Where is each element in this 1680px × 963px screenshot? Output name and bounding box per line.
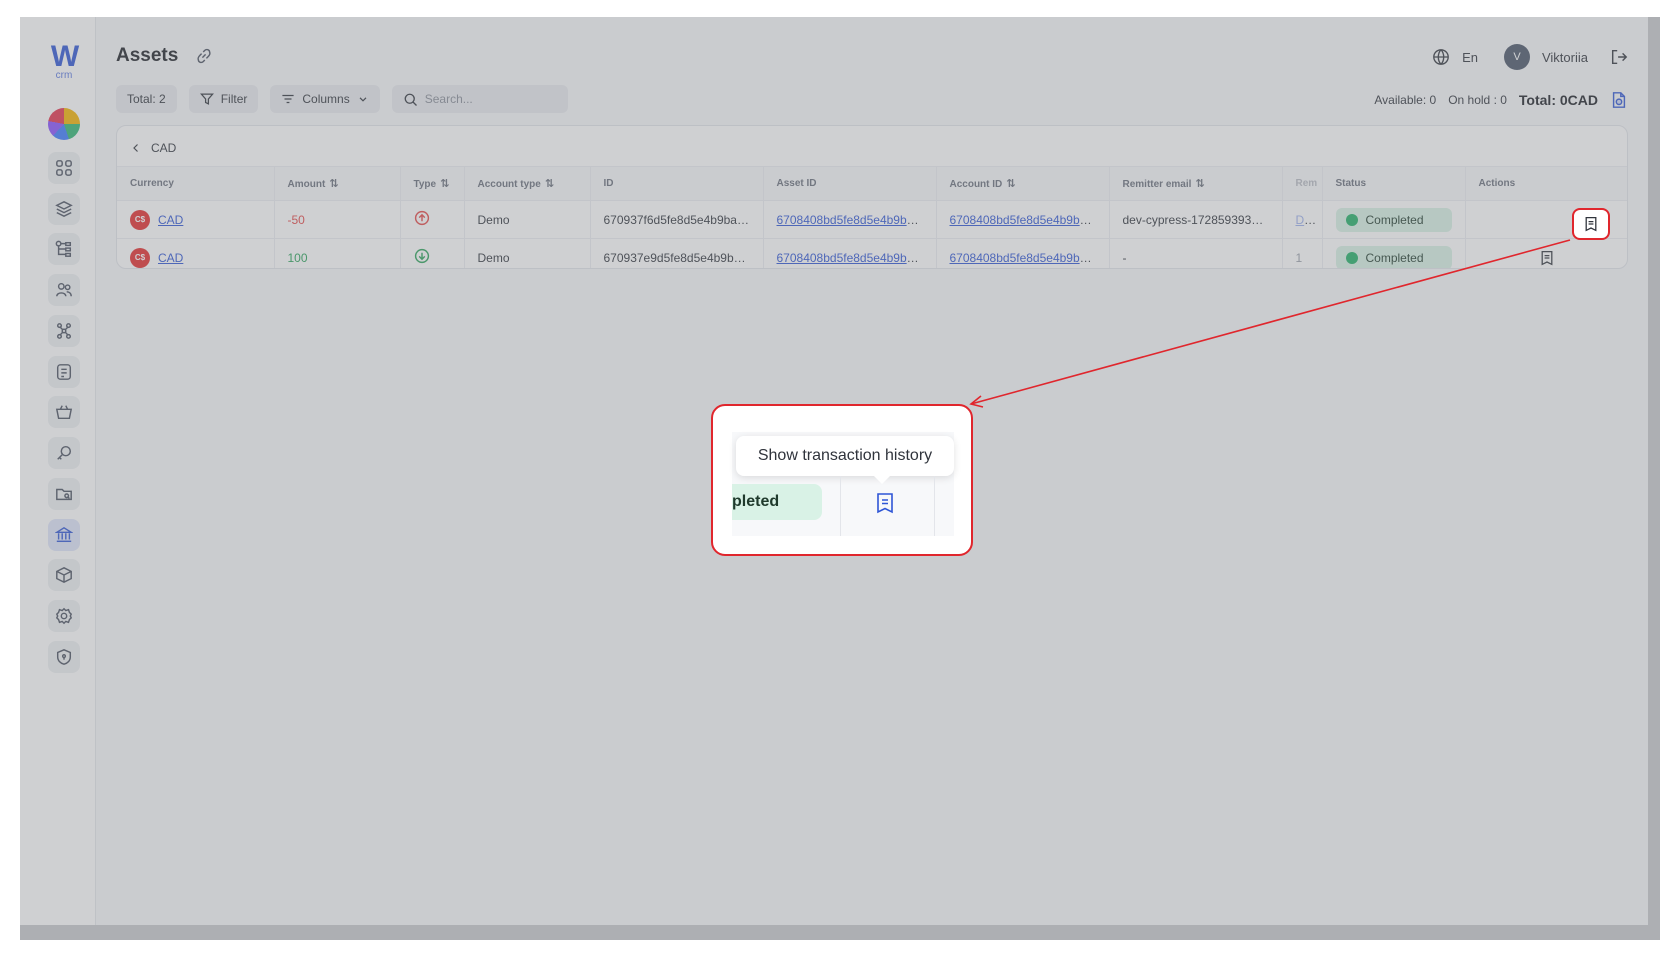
column-divider (840, 476, 841, 536)
tooltip: Show transaction history (736, 436, 954, 476)
zoom-content: Show transaction history pleted (732, 432, 954, 536)
screenshot-frame: W crm Assets En V Viktoriia Total: 2 Fil… (20, 17, 1660, 940)
transaction-history-icon[interactable] (875, 492, 895, 514)
tooltip-arrow (874, 476, 890, 484)
zoom-callout: Show transaction history pleted (711, 404, 973, 556)
zoomed-status-badge: pleted (732, 484, 822, 520)
column-divider (934, 476, 935, 536)
